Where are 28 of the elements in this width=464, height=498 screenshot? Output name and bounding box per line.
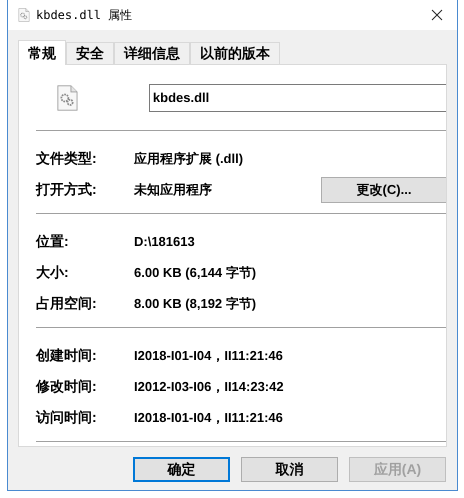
field-label: 修改时间: (36, 377, 98, 396)
field-label: 创建时间: (36, 346, 98, 365)
field-label: 打开方式: (36, 180, 98, 199)
field-label: 文件类型: (36, 149, 98, 168)
tab[interactable]: 常规 (18, 40, 66, 65)
file-icon (57, 84, 78, 112)
dialog-button[interactable]: 确定 (133, 457, 230, 482)
field-label: 访问时间: (36, 408, 98, 427)
field-value: 未知应用程序 (134, 180, 212, 199)
change-button[interactable]: 更改(C)... (321, 176, 446, 202)
field-label: 占用空间: (36, 294, 98, 313)
field-label: 大小: (36, 263, 70, 282)
dialog-button[interactable]: 取消 (241, 457, 338, 482)
field-label: 位置: (36, 232, 70, 251)
file-name-field[interactable]: kbdes.dll (148, 84, 446, 112)
file-icon (18, 8, 30, 22)
close-icon (431, 9, 443, 21)
window-title: kbdes.dll 属性 (36, 7, 132, 24)
tab[interactable]: 以前的版本 (190, 42, 280, 64)
field-value: D:\181613 (134, 232, 195, 251)
field-value: I2012-I03-I06，II14:23:42 (134, 378, 284, 396)
tab[interactable]: 安全 (66, 42, 114, 64)
field-value: 应用程序扩展 (.dll) (134, 150, 244, 168)
field-value: I2018-I01-I04，II11:21:46 (134, 346, 283, 365)
tab[interactable]: 详细信息 (114, 42, 190, 64)
field-value: 6.00 KB (6,144 字节) (134, 264, 256, 282)
field-value: 8.00 KB (8,192 字节) (134, 294, 256, 313)
field-value: I2018-I01-I04，II11:21:46 (134, 408, 283, 427)
